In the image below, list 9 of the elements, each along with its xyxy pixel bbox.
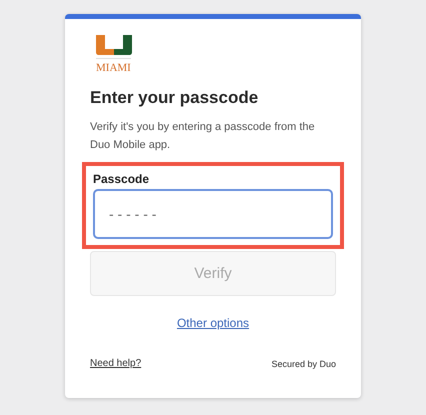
logo-icon	[96, 35, 132, 55]
logo-text: MIAMI	[96, 58, 131, 74]
help-link[interactable]: Need help?	[90, 358, 142, 369]
passcode-label: Passcode	[93, 172, 150, 186]
other-options-link[interactable]: Other options	[176, 316, 250, 330]
description-text: Verify it's you by entering a passcode from the Duo Mobile app.	[90, 120, 316, 153]
page-heading: Enter your passcode	[90, 88, 260, 108]
secured-by-text: Secured by Duo	[271, 358, 336, 368]
passcode-field[interactable]: - - - - - -	[93, 189, 333, 239]
